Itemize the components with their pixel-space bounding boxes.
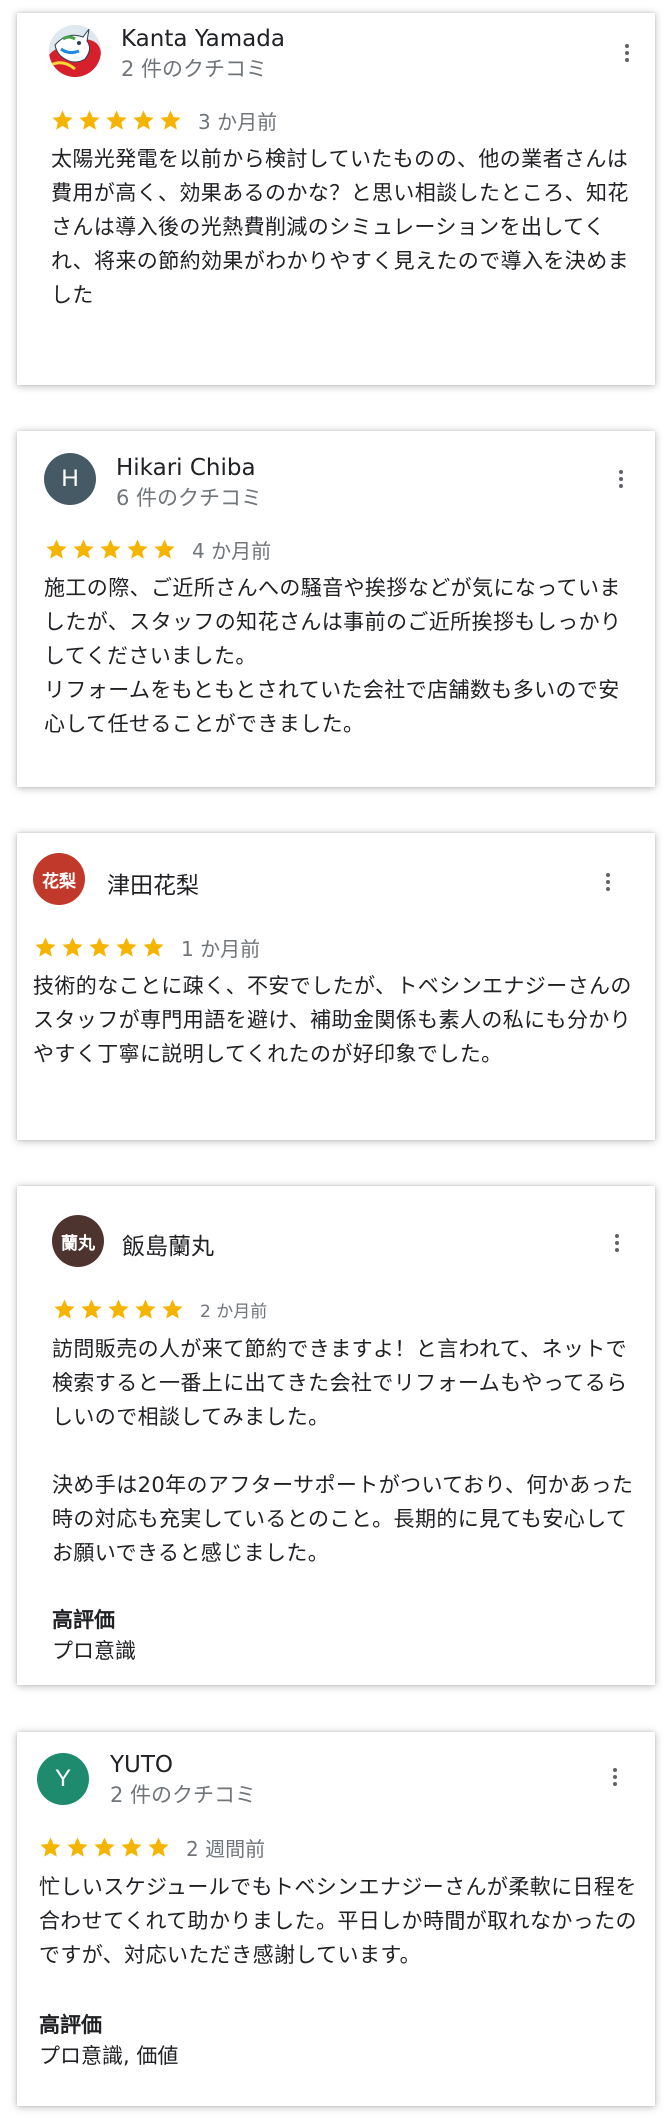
highlight-value: プロ意識, 価値: [39, 2044, 179, 2068]
star-icon: [154, 539, 175, 559]
rating-row: 2 か月前: [53, 1297, 267, 1322]
star-rating: [51, 109, 182, 132]
star-icon: [73, 539, 94, 559]
review-text: 忙しいスケジュールでもトベシンエナジーさんが柔軟に日程を合わせてくれて助かりまし…: [39, 1875, 637, 1967]
review-date: 2 週間前: [186, 1837, 266, 1861]
reviewer-avatar[interactable]: [49, 25, 101, 77]
star-icon: [108, 1299, 129, 1319]
star-rating: [34, 936, 165, 959]
star-icon: [135, 1299, 156, 1319]
review-count: 2 件のクチコミ: [121, 57, 268, 81]
star-icon: [81, 1299, 102, 1319]
star-icon: [54, 1299, 75, 1319]
star-rating: [39, 1836, 170, 1859]
reviewer-avatar[interactable]: 花梨: [33, 853, 85, 905]
reviewer-name[interactable]: YUTO: [110, 1752, 173, 1778]
star-icon: [121, 1837, 142, 1857]
avatar-letter: H: [61, 465, 79, 492]
more-vert-icon[interactable]: [606, 464, 636, 494]
more-vert-icon[interactable]: [593, 867, 623, 897]
reviewer-avatar[interactable]: 蘭丸: [52, 1215, 104, 1267]
review-date: 4 か月前: [192, 539, 272, 563]
star-icon: [62, 937, 83, 957]
review-card: 花梨 津田花梨 1 か月前 技術的なことに疎く、不安でしたが、トベシンエナジーさ…: [17, 833, 655, 1140]
reviewer-name[interactable]: 津田花梨: [107, 866, 199, 900]
star-icon: [100, 539, 121, 559]
more-vert-icon[interactable]: [612, 38, 642, 68]
star-icon: [148, 1837, 169, 1857]
review-card: Kanta Yamada 2 件のクチコミ 3 か月前 太陽光発電を以前から検討…: [17, 13, 655, 385]
reviewer-avatar[interactable]: Y: [37, 1753, 89, 1805]
avatar-logo: 花梨: [42, 871, 76, 892]
review-count: 6 件のクチコミ: [116, 486, 263, 510]
star-rating: [53, 1298, 184, 1321]
review-text: 訪問販売の人が来て節約できますよ！と言われて、ネットで検索すると一番上に出てきた…: [52, 1337, 634, 1565]
star-icon: [116, 937, 137, 957]
review-date: 3 か月前: [198, 110, 278, 134]
rating-row: 2 週間前: [39, 1833, 265, 1862]
avatar-letter: Y: [54, 1765, 71, 1792]
review-card: 蘭丸 飯島蘭丸 2 か月前 訪問販売の人が来て節約できますよ！と言われて、ネット…: [17, 1186, 655, 1685]
reviewer-avatar[interactable]: H: [44, 453, 96, 505]
rating-row: 1 か月前: [34, 933, 260, 962]
highlight-title: 高評価: [39, 2013, 102, 2037]
highlight-title: 高評価: [52, 1608, 115, 1632]
star-rating: [45, 538, 176, 561]
star-icon: [89, 937, 110, 957]
review-card: H Hikari Chiba 6 件のクチコミ 4 か月前 施工の際、ご近所さん…: [17, 431, 655, 787]
review-date: 2 か月前: [200, 1302, 268, 1322]
reviewer-name[interactable]: 飯島蘭丸: [122, 1227, 214, 1261]
star-icon: [143, 937, 164, 957]
rating-row: 3 か月前: [51, 106, 277, 135]
star-icon: [40, 1837, 61, 1857]
star-icon: [67, 1837, 88, 1857]
star-icon: [79, 110, 100, 130]
review-text: 技術的なことに疎く、不安でしたが、トベシンエナジーさんのスタッフが専門用語を避け…: [33, 974, 632, 1066]
star-icon: [106, 110, 127, 130]
reviewer-name[interactable]: Hikari Chiba: [116, 455, 256, 481]
reviewer-name[interactable]: Kanta Yamada: [121, 26, 285, 52]
star-icon: [133, 110, 154, 130]
star-icon: [94, 1837, 115, 1857]
review-text: 施工の際、ご近所さんへの騒音や挨拶などが気になっていましたが、スタッフの知花さん…: [44, 576, 622, 736]
review-card: Y YUTO 2 件のクチコミ 2 週間前 忙しいスケジュールでもトベシンエナジ…: [17, 1732, 655, 2106]
star-icon: [46, 539, 67, 559]
more-vert-icon[interactable]: [602, 1228, 632, 1258]
review-text: 太陽光発電を以前から検討していたものの、他の業者さんは 費用が高く、効果あるのか…: [51, 147, 630, 307]
more-vert-icon[interactable]: [600, 1762, 630, 1792]
avatar-logo: 蘭丸: [61, 1233, 95, 1254]
review-date: 1 か月前: [181, 937, 261, 961]
rating-row: 4 か月前: [45, 535, 271, 564]
highlight-value: プロ意識: [52, 1639, 136, 1663]
star-icon: [162, 1299, 183, 1319]
review-count: 2 件のクチコミ: [110, 1783, 257, 1807]
star-icon: [52, 110, 73, 130]
star-icon: [127, 539, 148, 559]
star-icon: [35, 937, 56, 957]
star-icon: [160, 110, 181, 130]
unicorn-photo-avatar: [49, 25, 101, 77]
